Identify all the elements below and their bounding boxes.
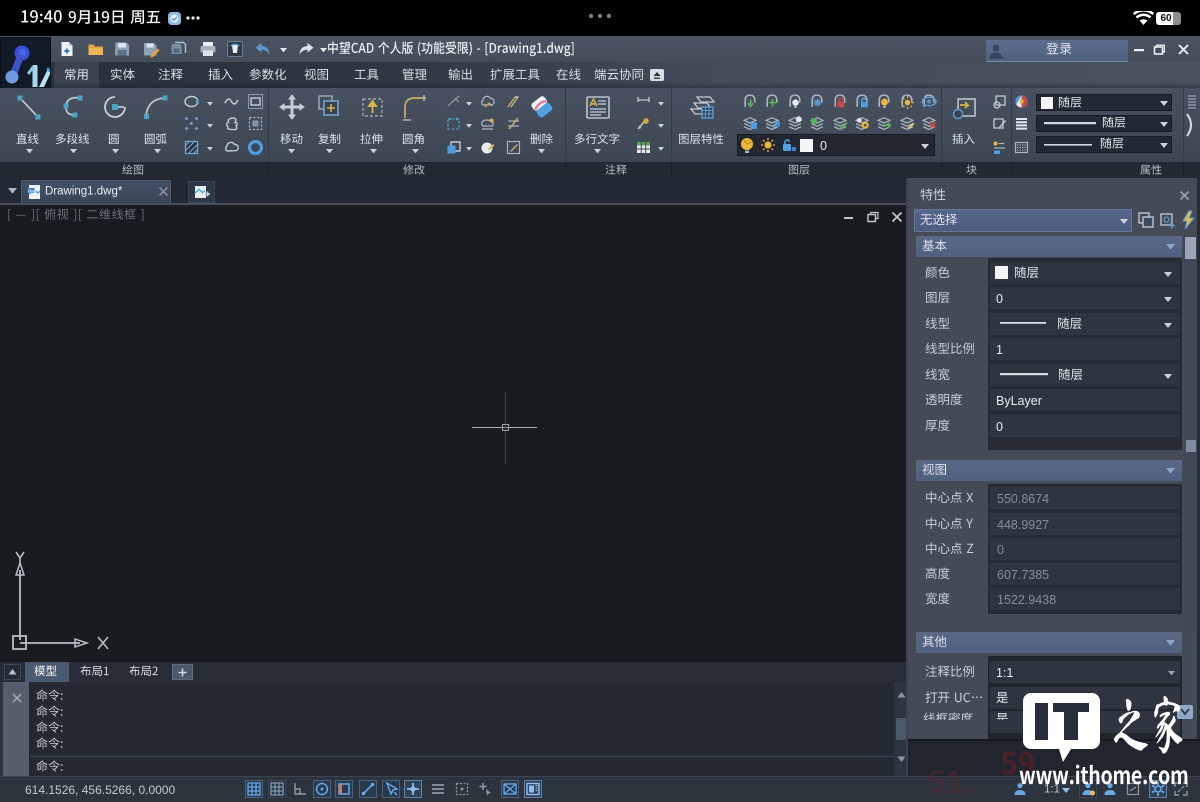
svg-text:dwg: dwg	[28, 188, 37, 193]
